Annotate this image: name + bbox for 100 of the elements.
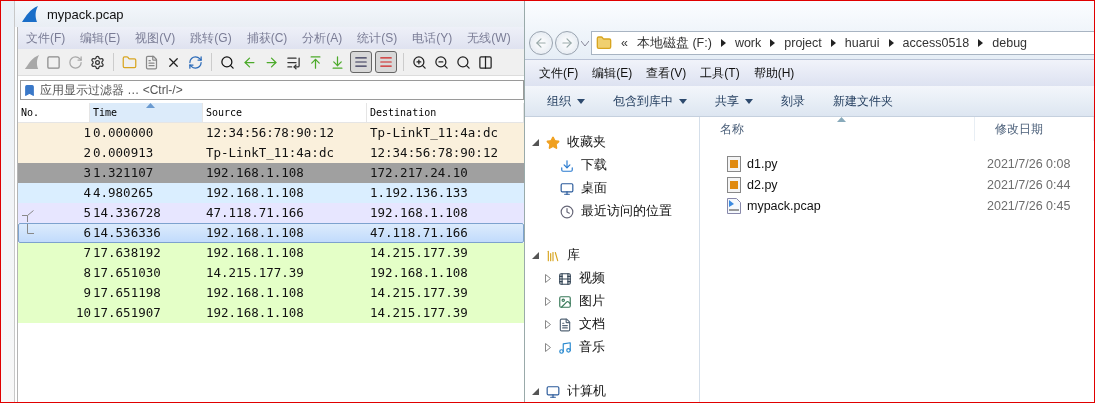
bookmark-icon[interactable] [23,83,36,97]
gear-icon[interactable] [90,54,105,70]
arrow-left-icon [534,36,548,50]
nav-label[interactable]: 文档 [579,316,605,333]
menu-item[interactable]: 电话(Y) [412,29,453,47]
command-button[interactable]: 组织 [547,92,585,110]
packet-row[interactable]: 8 17.651030 14.215.177.39 192.168.1.108 [18,263,524,283]
menu-item[interactable]: 编辑(E) [80,29,121,47]
command-button[interactable]: 共享 [715,92,753,110]
breadcrumb-item[interactable]: 本地磁盘 (F:) [636,34,712,52]
columns-icon[interactable] [478,54,493,70]
nav-label[interactable]: 收藏夹 [567,134,606,151]
menu-item[interactable]: 统计(S) [357,29,398,47]
column-header[interactable]: 名称 [700,117,975,141]
zoom-out-icon[interactable] [434,54,449,70]
column-header[interactable]: Source [203,103,367,122]
nav-label[interactable]: 桌面 [581,180,607,197]
breadcrumb-item[interactable]: project [784,36,822,50]
chevron-icon[interactable] [978,39,984,47]
restart-icon[interactable] [68,54,83,70]
table-cell-text: 14.215.177.39 [369,284,469,302]
collapsed-icon[interactable] [545,320,551,329]
search-icon[interactable] [220,54,235,70]
menu-item[interactable]: 文件(F) [539,64,579,82]
nav-label[interactable]: 图片 [579,293,605,310]
arrow-down-icon[interactable] [330,54,345,70]
filter-field[interactable]: 应用显示过滤器 … <Ctrl-/> [20,80,524,100]
menu-item[interactable]: 编辑(E) [592,64,633,82]
menu-item[interactable]: 跳转(G) [190,29,232,47]
nav-label[interactable]: 计算机 [567,383,606,400]
colorize-button[interactable] [375,51,397,73]
file-icon[interactable] [144,54,159,70]
collapsed-icon[interactable] [545,297,551,306]
table-cell-text: 1 [82,124,91,142]
menu-item[interactable]: 文件(F) [26,29,66,47]
packet-row[interactable]: 9 17.651198 192.168.1.108 14.215.177.39 [18,283,524,303]
nav-label[interactable]: 最近访问的位置 [581,203,672,220]
command-button[interactable]: 新建文件夹 [833,92,893,110]
command-button[interactable]: 刻录 [781,92,805,110]
table-cell-text: 17.651198 [92,284,162,302]
breadcrumb-overflow[interactable]: « [621,36,628,50]
breadcrumb-item[interactable]: debug [992,36,1028,50]
nav-label[interactable]: 库 [567,247,580,264]
menu-item[interactable]: 查看(V) [646,64,687,82]
packet-row[interactable]: 6 14.536336 192.168.1.108 47.118.71.166 [18,223,524,243]
address-bar[interactable]: « 本地磁盘 (F:) work project huarui access0518 debug [591,31,1094,55]
packet-row[interactable]: 1 0.000000 12:34:56:78:90:12 Tp-LinkT_11:4a:dc [18,123,524,143]
arrow-right-icon[interactable] [264,54,279,70]
file-row[interactable]: d1.py 2021/7/26 0:08 [700,153,1094,174]
window-title: mypack.pcap [47,6,124,22]
column-header[interactable]: No. [18,103,90,122]
table-cell-text: 12:34:56:78:90:12 [369,144,499,162]
breadcrumb-item[interactable]: huarui [844,36,880,50]
chevron-icon[interactable] [770,39,776,47]
nav-label[interactable]: 视频 [579,270,605,287]
file-row[interactable]: mypack.pcap 2021/7/26 0:45 [700,195,1094,216]
breadcrumb-item[interactable]: work [734,36,762,50]
chevron-icon[interactable] [720,39,726,47]
dropdown-icon[interactable] [581,40,589,46]
table-cell-text: 1.321107 [92,164,155,182]
menu-item[interactable]: 分析(A) [302,29,343,47]
list-arrow-icon[interactable] [286,54,301,70]
expanded-icon[interactable] [532,388,539,395]
chevron-icon[interactable] [888,39,894,47]
nav-label[interactable]: 下载 [581,157,607,174]
packet-row[interactable]: 4 4.980265 192.168.1.108 1.192.136.133 [18,183,524,203]
nav-label[interactable]: 音乐 [579,339,605,356]
auto-scroll-button[interactable] [350,51,372,73]
menu-item[interactable]: 视图(V) [135,29,176,47]
menu-item[interactable]: 无线(W) [467,29,511,47]
menu-item[interactable]: 帮助(H) [753,64,795,82]
collapsed-icon[interactable] [545,274,551,283]
command-button[interactable]: 包含到库中 [613,92,687,110]
column-header[interactable]: Destination [367,103,524,122]
packet-row[interactable]: 2 0.000913 Tp-LinkT_11:4a:dc 12:34:56:78:90:12 [18,143,524,163]
packet-row[interactable]: 7 17.638192 192.168.1.108 14.215.177.39 [18,243,524,263]
arrow-left-icon[interactable] [242,54,257,70]
column-header[interactable]: 修改日期 [975,117,1094,141]
packet-row[interactable]: 5 14.336728 47.118.71.166 192.168.1.108 [18,203,524,223]
reload-icon[interactable] [188,54,203,70]
collapsed-icon[interactable] [545,343,551,352]
column-header[interactable]: Time [90,103,203,122]
zoom-in-icon[interactable] [412,54,427,70]
table-cell-text: 192.168.1.108 [369,204,469,222]
expanded-icon[interactable] [532,139,539,146]
list-icon [379,55,393,69]
breadcrumb-item[interactable]: access0518 [902,36,970,50]
packet-row[interactable]: 10 17.651907 192.168.1.108 14.215.177.39 [18,303,524,323]
zoom-reset-icon[interactable] [456,54,471,70]
table-cell-text: 14.215.177.39 [369,304,469,322]
table-cell-text: 5 [82,204,91,222]
chevron-icon[interactable] [830,39,836,47]
file-name: mypack.pcap [747,198,821,213]
file-row[interactable]: d2.py 2021/7/26 0:44 [700,174,1094,195]
packet-row[interactable]: 3 1.321107 192.168.1.108 172.217.24.10 [18,163,524,183]
expanded-icon[interactable] [532,252,539,259]
menu-item[interactable]: 捕获(C) [246,29,288,47]
table-cell-text: Tp-LinkT_11:4a:dc [205,144,335,162]
arrow-up-icon[interactable] [308,54,323,70]
menu-item[interactable]: 工具(T) [700,64,740,82]
